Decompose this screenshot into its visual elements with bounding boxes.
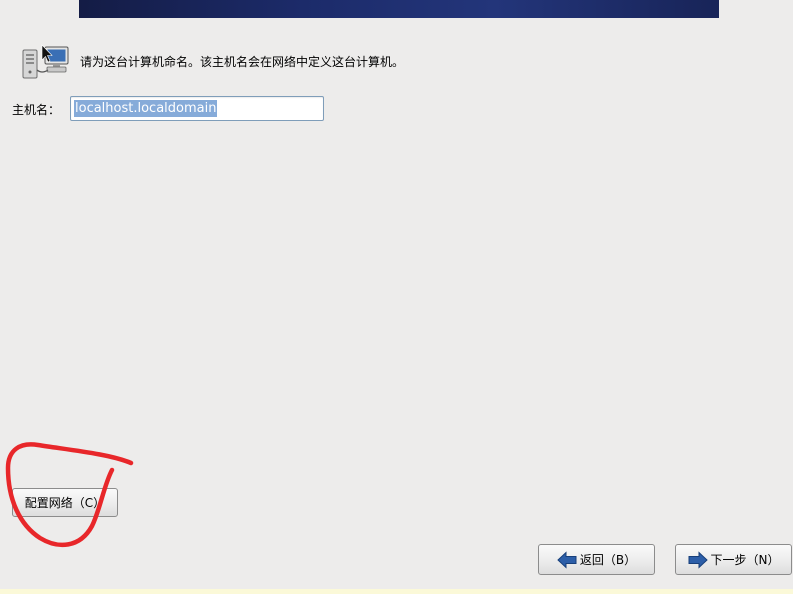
arrow-right-icon — [688, 550, 708, 569]
next-button-label: 下一步（N） — [710, 553, 780, 567]
network-computers-icon — [22, 44, 69, 79]
header-banner — [79, 0, 719, 18]
back-button[interactable]: 返回（B） — [538, 544, 655, 575]
back-button-label: 返回（B） — [579, 553, 637, 567]
arrow-left-icon — [557, 550, 577, 569]
configure-network-label: 配置网络（C） — [24, 496, 106, 510]
hostname-input-value: localhost.localdomain — [74, 100, 218, 117]
next-button[interactable]: 下一步（N） — [675, 544, 792, 575]
bottom-strip — [0, 589, 793, 594]
hostname-input[interactable]: localhost.localdomain — [70, 96, 324, 121]
hostname-label: 主机名： — [12, 103, 61, 117]
configure-network-button[interactable]: 配置网络（C） — [12, 488, 118, 517]
intro-text: 请为这台计算机命名。该主机名会在网络中定义这台计算机。 — [80, 55, 405, 69]
